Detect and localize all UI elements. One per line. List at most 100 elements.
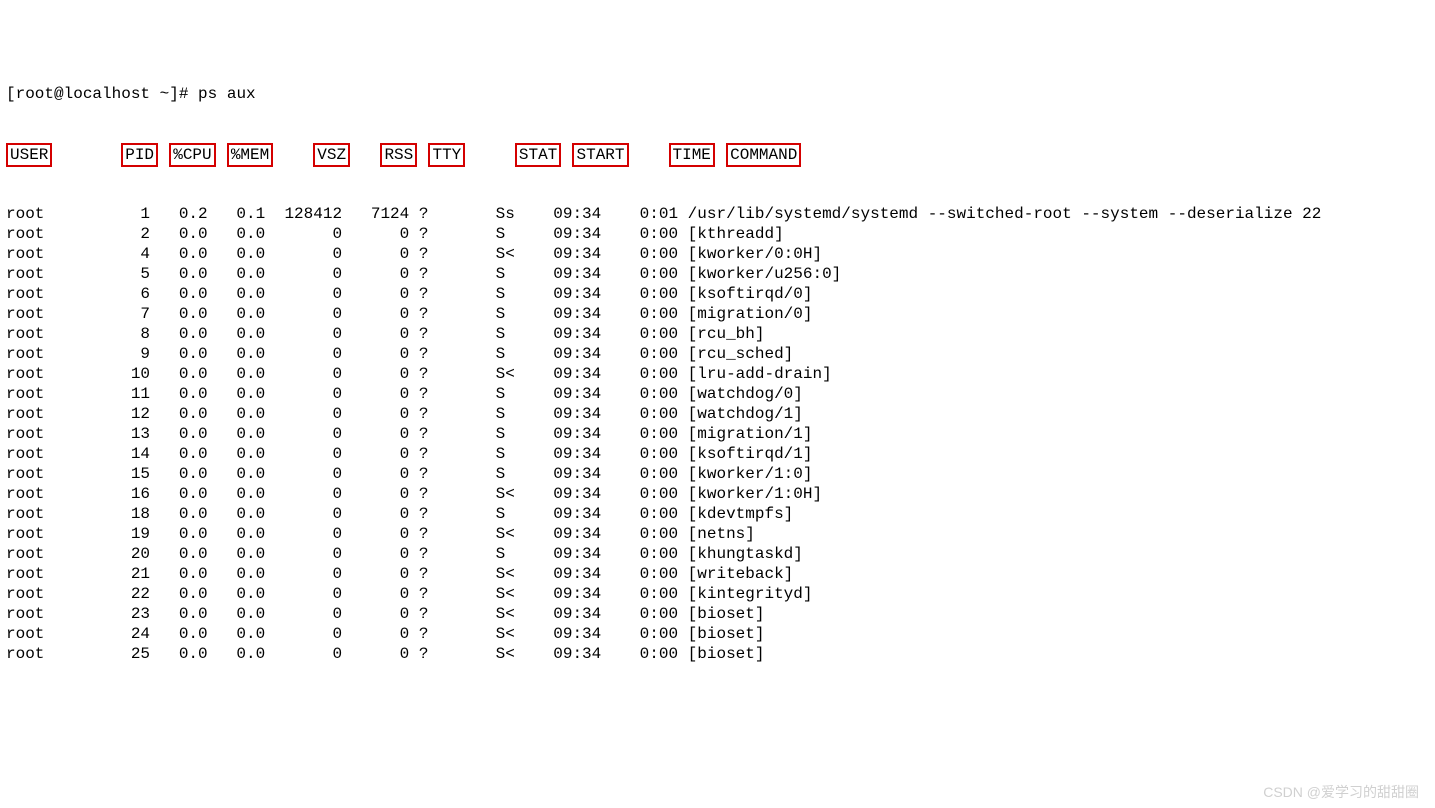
cell-time: 0:00 <box>611 624 678 644</box>
cell-vsz: 0 <box>265 584 342 604</box>
cell-vsz: 0 <box>265 244 342 264</box>
cell-start: 09:34 <box>544 524 602 544</box>
cell-time: 0:00 <box>611 244 678 264</box>
cell-cpu: 0.0 <box>150 604 208 624</box>
cell-tty: ? <box>419 504 438 524</box>
cell-pid: 23 <box>54 604 150 624</box>
cell-cpu: 0.0 <box>150 284 208 304</box>
cell-command: [ksoftirqd/0] <box>688 284 813 304</box>
cell-pid: 20 <box>54 544 150 564</box>
cell-time: 0:00 <box>611 464 678 484</box>
cell-vsz: 0 <box>265 324 342 344</box>
process-row: root100.00.000?S<09:340:00[lru-add-drain… <box>6 364 1429 384</box>
cell-command: [netns] <box>688 524 755 544</box>
header-time: TIME <box>669 143 715 167</box>
cell-start: 09:34 <box>544 324 602 344</box>
header-mem: %MEM <box>227 143 273 167</box>
cell-start: 09:34 <box>544 204 602 224</box>
cell-mem: 0.0 <box>208 624 266 644</box>
cell-cpu: 0.2 <box>150 204 208 224</box>
cell-command: [kworker/1:0] <box>688 464 813 484</box>
cell-pid: 21 <box>54 564 150 584</box>
cell-stat: S <box>496 384 534 404</box>
cell-command: [bioset] <box>688 644 765 664</box>
cell-mem: 0.1 <box>208 204 266 224</box>
header-stat: STAT <box>515 143 561 167</box>
cell-cpu: 0.0 <box>150 504 208 524</box>
cell-stat: S< <box>496 524 534 544</box>
cell-time: 0:00 <box>611 584 678 604</box>
cell-rss: 0 <box>342 484 409 504</box>
process-row: root110.00.000?S09:340:00[watchdog/0] <box>6 384 1429 404</box>
cell-command: [ksoftirqd/1] <box>688 444 813 464</box>
header-rss: RSS <box>380 143 417 167</box>
cell-time: 0:00 <box>611 644 678 664</box>
cell-pid: 24 <box>54 624 150 644</box>
cell-stat: S <box>496 224 534 244</box>
cell-stat: S< <box>496 484 534 504</box>
cell-tty: ? <box>419 464 438 484</box>
cell-command: [rcu_bh] <box>688 324 765 344</box>
cell-command: [rcu_sched] <box>688 344 794 364</box>
process-row: root90.00.000?S09:340:00[rcu_sched] <box>6 344 1429 364</box>
cell-vsz: 0 <box>265 444 342 464</box>
cell-tty: ? <box>419 264 438 284</box>
cell-mem: 0.0 <box>208 364 266 384</box>
cell-cpu: 0.0 <box>150 264 208 284</box>
cell-vsz: 0 <box>265 304 342 324</box>
cell-stat: Ss <box>496 204 534 224</box>
cell-command: [kthreadd] <box>688 224 784 244</box>
cell-pid: 22 <box>54 584 150 604</box>
cell-tty: ? <box>419 524 438 544</box>
cell-stat: S <box>496 444 534 464</box>
process-row: root80.00.000?S09:340:00[rcu_bh] <box>6 324 1429 344</box>
cell-cpu: 0.0 <box>150 424 208 444</box>
header-vsz: VSZ <box>313 143 350 167</box>
cell-rss: 0 <box>342 364 409 384</box>
cell-rss: 0 <box>342 344 409 364</box>
cell-vsz: 0 <box>265 564 342 584</box>
watermark-text: CSDN @爱学习的甜甜圈 <box>1263 782 1419 802</box>
cell-time: 0:00 <box>611 404 678 424</box>
cell-start: 09:34 <box>544 424 602 444</box>
cell-pid: 15 <box>54 464 150 484</box>
cell-pid: 6 <box>54 284 150 304</box>
cell-stat: S <box>496 284 534 304</box>
cell-stat: S <box>496 424 534 444</box>
cell-vsz: 0 <box>265 464 342 484</box>
cell-time: 0:00 <box>611 364 678 384</box>
cell-user: root <box>6 604 54 624</box>
cell-mem: 0.0 <box>208 264 266 284</box>
cell-rss: 0 <box>342 444 409 464</box>
cell-rss: 0 <box>342 504 409 524</box>
cell-cpu: 0.0 <box>150 444 208 464</box>
cell-cpu: 0.0 <box>150 564 208 584</box>
cell-tty: ? <box>419 244 438 264</box>
cell-command: [kworker/1:0H] <box>688 484 822 504</box>
cell-start: 09:34 <box>544 364 602 384</box>
cell-vsz: 0 <box>265 604 342 624</box>
process-row: root150.00.000?S09:340:00[kworker/1:0] <box>6 464 1429 484</box>
cell-command: [bioset] <box>688 604 765 624</box>
cell-start: 09:34 <box>544 584 602 604</box>
cell-rss: 0 <box>342 244 409 264</box>
cell-mem: 0.0 <box>208 564 266 584</box>
cell-user: root <box>6 444 54 464</box>
cell-vsz: 0 <box>265 644 342 664</box>
cell-start: 09:34 <box>544 444 602 464</box>
process-row: root60.00.000?S09:340:00[ksoftirqd/0] <box>6 284 1429 304</box>
cell-rss: 0 <box>342 384 409 404</box>
cell-tty: ? <box>419 284 438 304</box>
cell-stat: S< <box>496 564 534 584</box>
cell-pid: 11 <box>54 384 150 404</box>
cell-user: root <box>6 404 54 424</box>
cell-vsz: 0 <box>265 384 342 404</box>
cell-command: [kworker/u256:0] <box>688 264 842 284</box>
process-row: root140.00.000?S09:340:00[ksoftirqd/1] <box>6 444 1429 464</box>
cell-user: root <box>6 524 54 544</box>
cell-start: 09:34 <box>544 304 602 324</box>
process-row: root160.00.000?S<09:340:00[kworker/1:0H] <box>6 484 1429 504</box>
cell-mem: 0.0 <box>208 344 266 364</box>
cell-command: [writeback] <box>688 564 794 584</box>
cell-tty: ? <box>419 564 438 584</box>
